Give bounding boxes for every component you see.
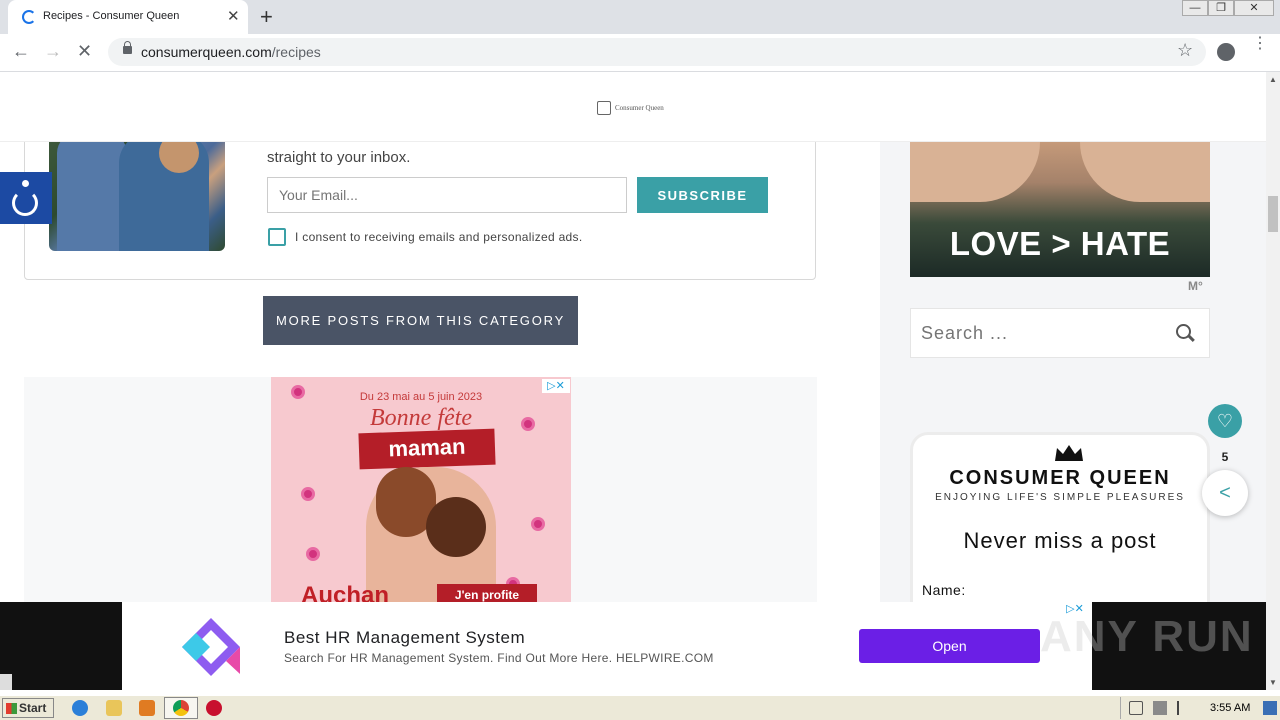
loading-spinner-icon: [22, 10, 36, 24]
more-posts-button[interactable]: MORE POSTS FROM THIS CATEGORY: [263, 296, 578, 345]
forward-arrow-icon[interactable]: →: [44, 41, 62, 62]
flower-decoration: [531, 517, 545, 531]
window-close-button[interactable]: ✕: [1234, 0, 1274, 16]
card-brand-title: CONSUMER QUEEN: [949, 467, 1171, 489]
chrome-icon: [173, 700, 189, 716]
profile-avatar-icon[interactable]: [1217, 43, 1235, 61]
taskbar-clock: 3:55 AM: [1210, 702, 1251, 714]
scroll-up-icon[interactable]: ▲: [1269, 75, 1277, 84]
browser-toolbar: ← → ✕ consumerqueen.com/recipes ☆: [0, 34, 1280, 72]
start-label: Start: [19, 701, 47, 715]
optin-text: straight to your inbox.: [267, 149, 411, 166]
love-ad-text: LOVE > HATE: [949, 225, 1171, 262]
address-bar[interactable]: consumerqueen.com/recipes ☆: [108, 38, 1206, 66]
start-button[interactable]: Start: [2, 698, 54, 718]
hand-image-left: [910, 142, 1040, 202]
email-field[interactable]: [267, 177, 627, 213]
ad-open-button[interactable]: Open: [859, 629, 1040, 663]
browser-tab-bar: Recipes - Consumer Queen ✕ + — ❐ ✕: [0, 0, 1280, 34]
ad-description: Search For HR Management System. Find Ou…: [284, 651, 714, 665]
hand-image-right: [1080, 142, 1210, 202]
ad-network-icon[interactable]: M°: [1188, 279, 1203, 293]
corner-mark: [0, 674, 12, 690]
site-logo-text: Consumer Queen: [615, 104, 664, 112]
ad-title: Best HR Management System: [284, 628, 526, 647]
url-text[interactable]: consumerqueen.com/recipes: [141, 44, 321, 60]
ad-script-text: Bonne fête: [370, 405, 472, 431]
network-icon[interactable]: [1153, 701, 1167, 715]
window-minimize-button[interactable]: —: [1182, 0, 1208, 16]
windows-taskbar: Start 3:55 AM: [0, 695, 1280, 720]
sticky-bottom-ad: Best HR Management System Search For HR …: [0, 602, 1266, 690]
search-input[interactable]: [911, 309, 1161, 357]
security-app-icon[interactable]: [206, 700, 222, 716]
action-center-flag-icon[interactable]: [1177, 701, 1191, 715]
web-page: Consumer Queen straight to your inbox. S…: [0, 72, 1266, 690]
media-player-icon[interactable]: [139, 700, 155, 716]
hr-ad[interactable]: Best HR Management System Search For HR …: [122, 602, 1092, 690]
favorite-heart-icon[interactable]: ♡: [1208, 404, 1242, 438]
internet-explorer-icon[interactable]: [72, 700, 88, 716]
crown-icon: [1055, 445, 1083, 461]
flower-decoration: [306, 547, 320, 561]
newsletter-optin: straight to your inbox. SUBSCRIBE I cons…: [24, 132, 816, 280]
browser-tab[interactable]: Recipes - Consumer Queen ✕: [8, 0, 248, 34]
ad-mother-hair: [426, 497, 486, 557]
bookmark-star-icon[interactable]: ☆: [1177, 40, 1193, 61]
ad-headline: maman: [358, 428, 496, 470]
page-scrollbar[interactable]: ▲ ▼: [1266, 72, 1280, 690]
accessibility-icon-head: [22, 180, 29, 187]
ad-date: Du 23 mai au 5 juin 2023: [359, 391, 483, 403]
scrollbar-thumb[interactable]: [1268, 196, 1278, 232]
anyrun-watermark: ANY RUN: [1040, 612, 1254, 661]
site-logo[interactable]: Consumer Queen: [597, 101, 667, 117]
window-maximize-button[interactable]: ❐: [1208, 0, 1234, 16]
accessibility-icon-body: [12, 190, 38, 216]
helpwire-logo-icon: [182, 618, 240, 676]
sidebar-search: [910, 308, 1210, 358]
windows-flag-icon: [6, 703, 17, 714]
scroll-down-icon[interactable]: ▼: [1269, 678, 1277, 687]
accessibility-icon[interactable]: [0, 172, 52, 224]
back-arrow-icon[interactable]: ←: [12, 41, 30, 62]
tab-close-icon[interactable]: ✕: [227, 7, 240, 25]
lock-icon: [123, 41, 132, 54]
love-hate-ad[interactable]: LOVE > HATE: [910, 142, 1210, 277]
show-desktop-icon[interactable]: [1263, 701, 1277, 715]
system-tray: 3:55 AM: [1120, 697, 1280, 719]
file-explorer-icon[interactable]: [106, 700, 122, 716]
site-logo-mark-icon: [597, 101, 611, 115]
url-path: /recipes: [271, 44, 321, 60]
volume-icon[interactable]: [1129, 701, 1143, 715]
new-tab-button[interactable]: +: [260, 4, 273, 30]
ad-choices-icon[interactable]: ▷✕: [542, 379, 570, 393]
tab-title: Recipes - Consumer Queen: [43, 10, 180, 22]
consent-checkbox[interactable]: [268, 228, 286, 246]
subscribe-button[interactable]: SUBSCRIBE: [637, 177, 768, 213]
chrome-taskbar-button[interactable]: [164, 697, 198, 719]
photo-person-1: [57, 133, 127, 251]
site-header: Consumer Queen: [0, 72, 1266, 142]
url-host: consumerqueen.com: [141, 44, 272, 60]
share-count: 5: [1221, 450, 1229, 464]
name-label: Name:: [922, 582, 966, 598]
search-icon[interactable]: [1176, 324, 1191, 339]
share-icon[interactable]: <: [1202, 470, 1248, 516]
browser-menu-icon[interactable]: ⋮: [1252, 36, 1268, 52]
card-heading: Never miss a post: [963, 528, 1157, 553]
author-photo: [49, 133, 225, 251]
consent-label: I consent to receiving emails and person…: [295, 230, 583, 244]
stop-loading-icon[interactable]: ✕: [77, 41, 92, 62]
card-tagline: ENJOYING LIFE'S SIMPLE PLEASURES: [935, 492, 1185, 503]
flower-decoration: [301, 487, 315, 501]
